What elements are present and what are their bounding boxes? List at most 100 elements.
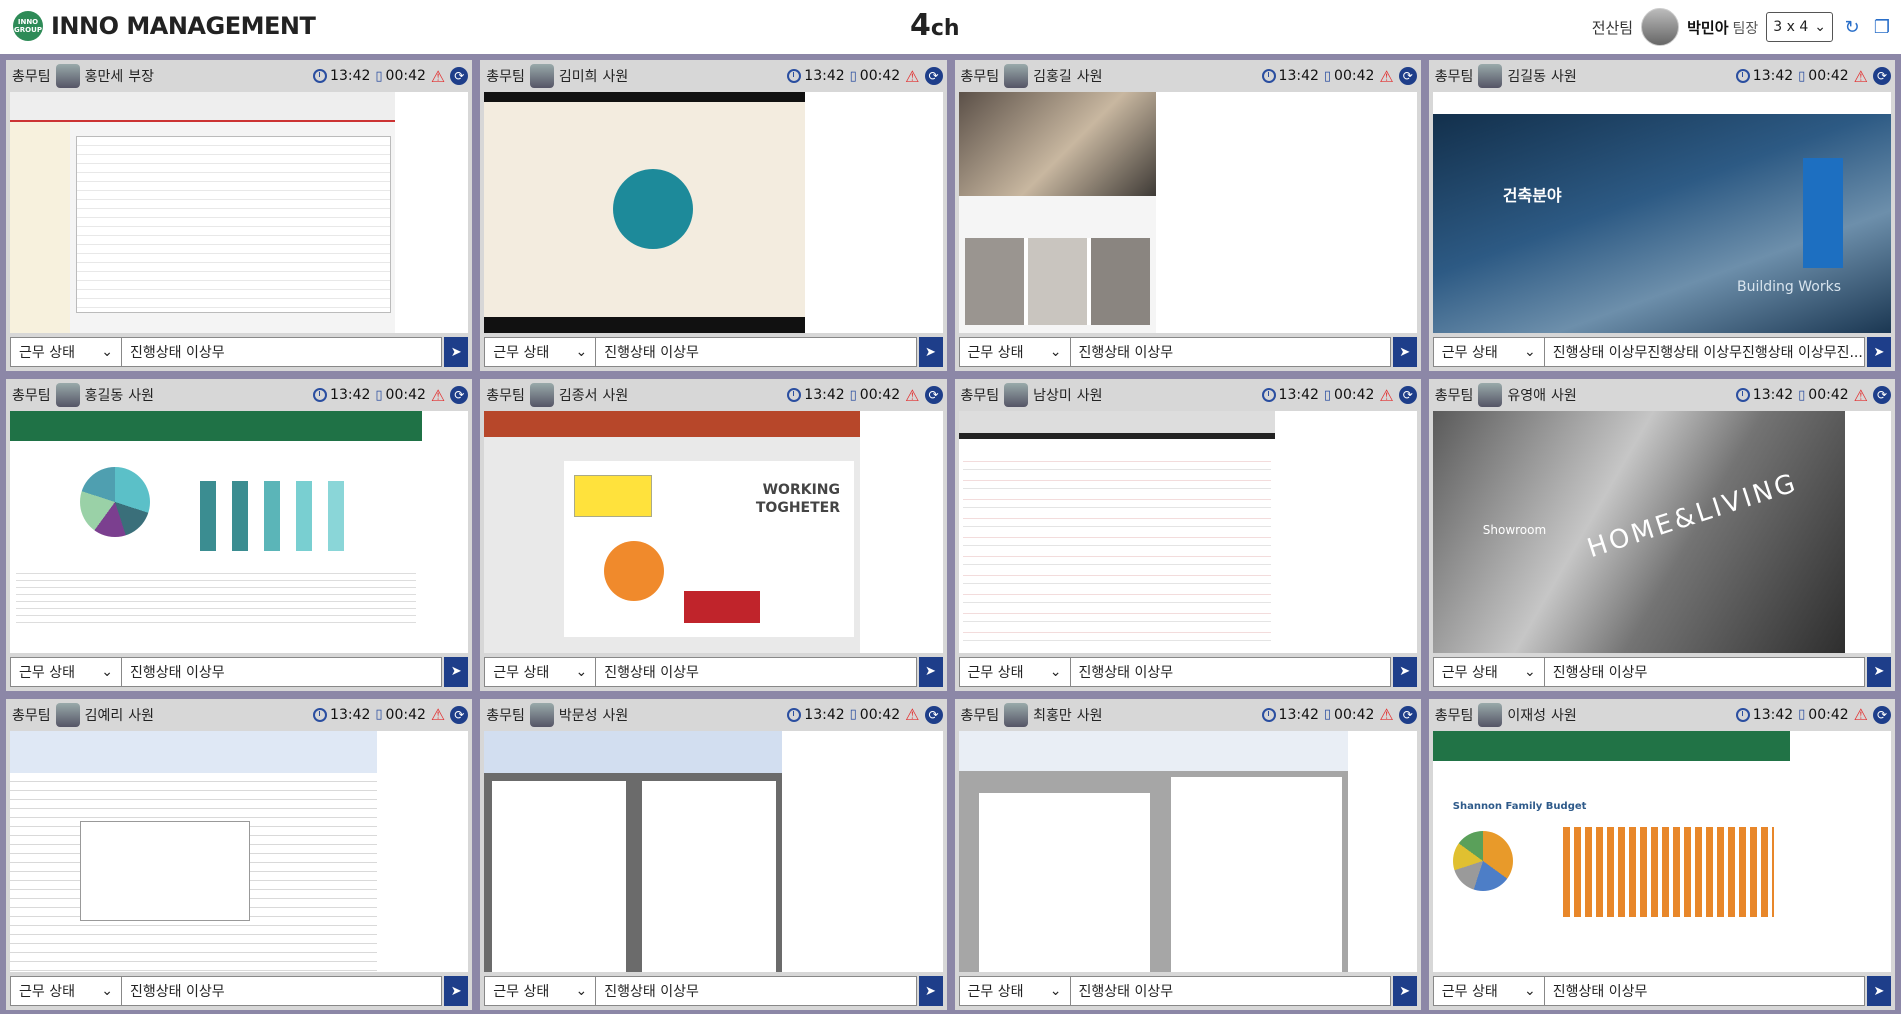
employee-rank: 사원 — [1076, 388, 1103, 405]
sync-icon[interactable]: ⟳ — [1873, 386, 1891, 405]
send-button[interactable]: ➤ — [1867, 976, 1891, 1006]
warning-icon[interactable]: ⚠ — [905, 705, 919, 724]
send-button[interactable]: ➤ — [1392, 976, 1417, 1006]
warning-icon[interactable]: ⚠ — [1379, 386, 1393, 405]
send-button[interactable]: ➤ — [1392, 656, 1417, 687]
work-status-select[interactable]: 근무 상태 ⌄ — [958, 656, 1071, 687]
status-message-input[interactable]: 진행상태 이상무 — [1544, 976, 1865, 1006]
window-icon[interactable]: ❐ — [1871, 16, 1893, 38]
warning-icon[interactable]: ⚠ — [1854, 705, 1868, 724]
status-message-input[interactable]: 진행상태 이상무 — [1070, 976, 1391, 1006]
work-status-select[interactable]: 근무 상태 ⌄ — [1432, 656, 1545, 687]
status-message-input[interactable]: 진행상태 이상무 — [122, 337, 443, 368]
login-time: 13:42 — [313, 707, 370, 723]
employee-avatar — [55, 702, 80, 727]
work-status-select[interactable]: 근무 상태 ⌄ — [1432, 976, 1545, 1006]
employee-name: 유영애 — [1507, 388, 1547, 405]
sync-icon[interactable]: ⟳ — [924, 705, 943, 724]
work-status-select[interactable]: 근무 상태 ⌄ — [10, 656, 122, 687]
screen-thumbnail[interactable]: Showroom HOME&LIVING — [1432, 411, 1891, 653]
sync-icon[interactable]: ⟳ — [1873, 67, 1891, 85]
sync-icon[interactable]: ⟳ — [924, 67, 943, 85]
screen-thumbnail[interactable] — [10, 411, 469, 653]
status-message-input[interactable]: 진행상태 이상무 — [596, 976, 917, 1006]
work-status-select[interactable]: 근무 상태 ⌄ — [1432, 337, 1545, 368]
sync-icon[interactable]: ⟳ — [450, 705, 469, 724]
send-button[interactable]: ➤ — [1867, 337, 1891, 368]
warning-icon[interactable]: ⚠ — [905, 67, 919, 86]
chevron-down-icon: ⌄ — [1524, 983, 1536, 999]
warning-icon[interactable]: ⚠ — [1854, 386, 1868, 405]
status-message-input[interactable]: 진행상태 이상무 — [122, 656, 443, 687]
screen-thumbnail[interactable] — [958, 730, 1417, 972]
send-button[interactable]: ➤ — [918, 656, 943, 687]
warning-icon[interactable]: ⚠ — [1379, 67, 1393, 86]
status-message-input[interactable]: 진행상태 이상무 — [122, 976, 443, 1006]
cell-header: 총무팀 김미희 사원 13:42 ▯ 00:42 ⚠ ⟳ — [484, 60, 943, 92]
bookmark-icon: ▯ — [375, 387, 383, 403]
status-message-input[interactable]: 진행상태 이상무 — [1070, 656, 1391, 687]
send-button[interactable]: ➤ — [1867, 656, 1891, 687]
status-message-input[interactable]: 진행상태 이상무 — [1070, 337, 1391, 368]
employee-name: 홍길동 — [84, 388, 124, 405]
bookmark-icon: ▯ — [849, 707, 857, 723]
send-button[interactable]: ➤ — [918, 976, 943, 1006]
usage-time: ▯ 00:42 — [1323, 387, 1375, 404]
screen-thumbnail[interactable]: WORKING TOGHETER — [484, 411, 943, 653]
sync-icon[interactable]: ⟳ — [1873, 705, 1891, 724]
usage-time: ▯ 00:42 — [1798, 68, 1849, 84]
status-message-input[interactable]: 진행상태 이상무 — [1544, 656, 1865, 687]
monitor-cell: 총무팀 최홍만 사원 13:42 ▯ 00:42 ⚠ ⟳ 근무 상태 ⌄ 진행상… — [954, 698, 1421, 1010]
warning-icon[interactable]: ⚠ — [905, 386, 919, 405]
send-button[interactable]: ➤ — [918, 337, 943, 368]
status-message-input[interactable]: 진행상태 이상무 — [596, 337, 917, 368]
sync-icon[interactable]: ⟳ — [1398, 67, 1417, 85]
screen-thumbnail[interactable] — [958, 92, 1417, 334]
warning-icon[interactable]: ⚠ — [431, 386, 445, 405]
screen-thumbnail[interactable] — [484, 730, 943, 972]
bookmark-icon: ▯ — [1323, 707, 1332, 723]
cell-header: 총무팀 김예리 사원 13:42 ▯ 00:42 ⚠ ⟳ — [10, 699, 469, 731]
status-message-input[interactable]: 진행상태 이상무 — [596, 656, 917, 687]
send-button[interactable]: ➤ — [444, 976, 469, 1006]
employee-rank: 사원 — [1076, 707, 1103, 724]
employee-name: 김종서 — [558, 388, 598, 405]
bookmark-icon: ▯ — [849, 68, 857, 84]
work-status-select[interactable]: 근무 상태 ⌄ — [484, 337, 597, 368]
screen-thumbnail[interactable] — [484, 92, 943, 334]
grid-layout-select[interactable]: 3 x 4 ⌄ — [1766, 12, 1833, 42]
sync-icon[interactable]: ⟳ — [1398, 705, 1417, 724]
warning-icon[interactable]: ⚠ — [431, 67, 445, 86]
chevron-down-icon: ⌄ — [575, 344, 588, 361]
monitor-cell: 총무팀 유영애 사원 13:42 ▯ 00:42 ⚠ ⟳ Showroom HOM… — [1428, 379, 1895, 691]
screen-thumbnail[interactable]: Shannon Family Budget — [1432, 730, 1891, 972]
sync-icon[interactable]: ⟳ — [450, 386, 469, 405]
work-status-select[interactable]: 근무 상태 ⌄ — [484, 976, 597, 1006]
work-status-select[interactable]: 근무 상태 ⌄ — [958, 976, 1071, 1006]
warning-icon[interactable]: ⚠ — [431, 705, 445, 724]
work-status-select[interactable]: 근무 상태 ⌄ — [958, 337, 1071, 368]
send-button[interactable]: ➤ — [1392, 337, 1417, 368]
employee-avatar — [1004, 702, 1029, 727]
work-status-select[interactable]: 근무 상태 ⌄ — [484, 656, 597, 687]
screen-thumbnail[interactable] — [958, 411, 1417, 653]
send-button[interactable]: ➤ — [444, 656, 469, 687]
screen-thumbnail[interactable] — [10, 92, 469, 334]
refresh-icon[interactable]: ↻ — [1841, 16, 1863, 38]
status-message-input[interactable]: 진행상태 이상무진행상태 이상무진행상태 이상무진... — [1544, 337, 1865, 368]
monitor-cell: 총무팀 김미희 사원 13:42 ▯ 00:42 ⚠ ⟳ 근무 상태 ⌄ 진행상… — [480, 60, 947, 372]
work-status-select[interactable]: 근무 상태 ⌄ — [10, 337, 122, 368]
screen-thumbnail[interactable]: 건축분야 Building Works — [1432, 92, 1891, 334]
sync-icon[interactable]: ⟳ — [1398, 386, 1417, 405]
work-status-select[interactable]: 근무 상태 ⌄ — [10, 976, 122, 1006]
employee-avatar — [55, 383, 80, 408]
usage-time: ▯ 00:42 — [1798, 387, 1849, 404]
bookmark-icon: ▯ — [849, 387, 857, 403]
logo-badge: INNO GROUP — [13, 11, 43, 41]
warning-icon[interactable]: ⚠ — [1379, 705, 1393, 724]
send-button[interactable]: ➤ — [444, 337, 469, 368]
screen-thumbnail[interactable] — [10, 730, 469, 972]
sync-icon[interactable]: ⟳ — [450, 67, 469, 85]
warning-icon[interactable]: ⚠ — [1854, 67, 1868, 86]
sync-icon[interactable]: ⟳ — [924, 386, 943, 405]
